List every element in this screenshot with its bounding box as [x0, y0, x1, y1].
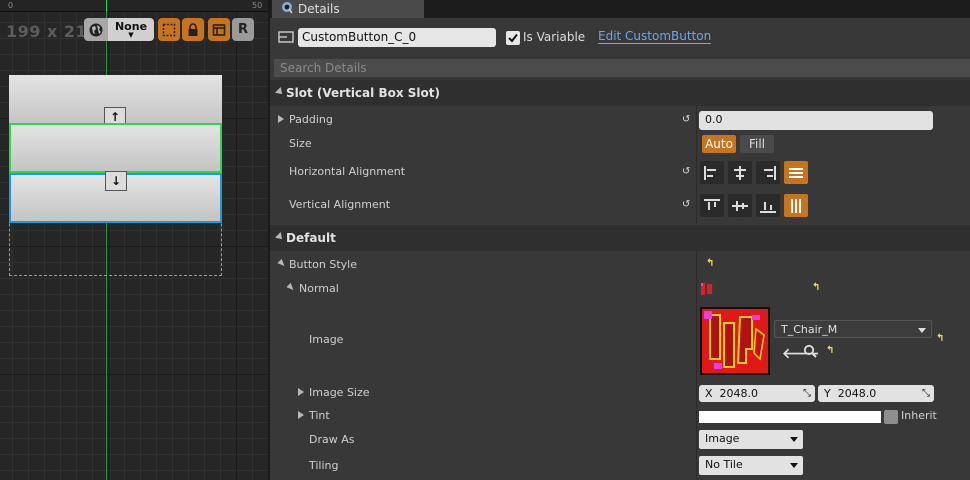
canvas-button-selected[interactable] — [9, 123, 222, 173]
v-align-fill-icon[interactable] — [784, 194, 808, 217]
widget-type-icon — [278, 30, 294, 47]
tiling-value: No Tile — [705, 458, 743, 471]
is-variable-checkbox[interactable] — [506, 31, 520, 45]
search-details-input[interactable]: Search Details — [274, 59, 970, 77]
move-down-arrow-icon[interactable]: ↓ — [105, 171, 127, 191]
reset-yellow-arrow-icon[interactable]: ↰ — [812, 282, 820, 293]
reset-zoom-button[interactable]: R — [232, 18, 254, 41]
axis-y-label: Y — [824, 387, 831, 400]
designer-viewport[interactable]: 0 50 199 x 214 None ▼ R ↑ ↓ — [0, 0, 268, 480]
default-section-header[interactable]: Default — [270, 225, 970, 251]
collapse-arrow-icon — [275, 232, 285, 242]
tab-details[interactable]: Details — [272, 0, 424, 18]
editor-window: 0 50 199 x 214 None ▼ R ↑ ↓ Details Cust… — [0, 0, 970, 480]
normal-label: Normal — [299, 282, 339, 295]
resize-mode-button[interactable] — [158, 18, 180, 41]
ruler-tick-label: 0 — [8, 1, 14, 10]
tint-label: Tint — [309, 409, 330, 422]
inherit-checkbox[interactable] — [884, 410, 898, 424]
h-align-center-icon[interactable] — [728, 161, 752, 184]
axis-x-label: X — [705, 387, 713, 400]
layout-icon — [212, 23, 226, 36]
checkmark-icon — [508, 33, 518, 43]
size-auto-button[interactable]: Auto — [702, 135, 736, 153]
texture-asset-dropdown[interactable]: T_Chair_M — [774, 320, 932, 338]
ruler-tick-label: 50 — [252, 1, 263, 10]
image-size-x-value: 2048.0 — [719, 387, 759, 400]
reset-yellow-arrow-icon[interactable]: ↰ — [826, 345, 834, 356]
section-title: Slot (Vertical Box Slot) — [286, 86, 440, 100]
size-label: Size — [289, 137, 312, 150]
chevron-down-icon: ▼ — [128, 31, 134, 39]
size-fill-button[interactable]: Fill — [740, 135, 774, 153]
screen-size-dropdown[interactable]: None ▼ — [108, 18, 154, 41]
draw-as-label: Draw As — [309, 433, 355, 446]
reset-arrow-icon[interactable]: ↺ — [682, 166, 690, 177]
reset-yellow-arrow-icon[interactable]: ↰ — [936, 333, 944, 344]
column-divider — [696, 251, 697, 480]
section-title: Default — [286, 231, 336, 245]
widget-name-input[interactable]: CustomButton_C_0 — [298, 28, 496, 47]
magnifier-icon — [280, 1, 294, 18]
lock-button[interactable] — [182, 18, 204, 41]
canvas-button-bottom[interactable]: ↓ — [9, 171, 222, 223]
tint-color-swatch[interactable] — [699, 411, 881, 423]
drag-resize-icon[interactable]: ⤡ — [922, 388, 930, 399]
image-label: Image — [309, 333, 344, 346]
horizontal-alignment-label: Horizontal Alignment — [289, 165, 406, 178]
reset-arrow-icon[interactable]: ↺ — [682, 114, 690, 125]
collapse-arrow-icon — [275, 87, 285, 97]
column-divider — [696, 106, 697, 224]
chevron-down-icon — [790, 463, 798, 468]
resize-icon — [162, 23, 176, 36]
chevron-down-icon — [790, 437, 798, 442]
drag-resize-icon[interactable]: ⤡ — [803, 388, 811, 399]
image-size-label: Image Size — [309, 386, 370, 399]
tiling-dropdown[interactable]: No Tile — [699, 456, 803, 475]
collapse-arrow-icon[interactable] — [286, 282, 296, 293]
reset-arrow-icon[interactable]: ↺ — [682, 199, 690, 210]
ruler-marker — [106, 0, 107, 12]
expand-arrow-icon[interactable] — [298, 388, 304, 396]
h-align-right-icon[interactable] — [756, 161, 780, 184]
vertical-alignment-label: Vertical Alignment — [289, 198, 391, 211]
details-header: CustomButton_C_0 Is Variable Edit Custom… — [270, 18, 970, 56]
tiling-label: Tiling — [309, 459, 339, 472]
collapse-arrow-icon[interactable] — [277, 258, 287, 269]
respect-locks-button[interactable] — [208, 18, 230, 41]
expand-arrow-icon[interactable] — [298, 411, 304, 419]
inherit-label: Inherit — [901, 409, 937, 422]
texture-thumbnail[interactable] — [700, 307, 770, 375]
browse-search-icon[interactable] — [803, 344, 817, 361]
v-align-bottom-icon[interactable] — [756, 194, 780, 217]
slot-section-header[interactable]: Slot (Vertical Box Slot) — [270, 80, 970, 106]
image-size-y-value: 2048.0 — [837, 387, 877, 400]
tab-bar: Details — [270, 0, 970, 18]
texture-name: T_Chair_M — [781, 323, 838, 336]
horizontal-ruler: 0 50 — [0, 0, 268, 12]
button-style-label: Button Style — [289, 258, 357, 271]
image-size-y-input[interactable]: Y 2048.0 ⤡ — [818, 385, 934, 402]
lock-icon — [188, 22, 198, 36]
padding-label: Padding — [289, 113, 333, 126]
draw-as-value: Image — [705, 432, 740, 445]
image-size-x-input[interactable]: X 2048.0 ⤡ — [699, 385, 815, 402]
h-align-left-icon[interactable] — [700, 161, 724, 184]
tab-label: Details — [298, 2, 340, 16]
texture-mini-icon — [698, 280, 716, 301]
is-variable-label: Is Variable — [523, 30, 586, 44]
details-panel: Details CustomButton_C_0 Is Variable Edi… — [268, 0, 970, 480]
v-align-top-icon[interactable] — [700, 194, 724, 217]
edit-custombutton-link[interactable]: Edit CustomButton — [598, 29, 712, 44]
expand-arrow-icon[interactable] — [278, 115, 284, 123]
v-align-center-icon[interactable] — [728, 194, 752, 217]
chevron-down-icon — [918, 328, 926, 333]
h-align-fill-icon[interactable] — [784, 161, 808, 184]
draw-as-dropdown[interactable]: Image — [699, 430, 803, 449]
padding-input[interactable]: 0.0 — [699, 111, 933, 130]
globe-icon[interactable] — [84, 18, 108, 41]
canvas-button-top[interactable]: ↑ — [9, 75, 222, 127]
reset-yellow-arrow-icon[interactable]: ↰ — [706, 258, 714, 269]
